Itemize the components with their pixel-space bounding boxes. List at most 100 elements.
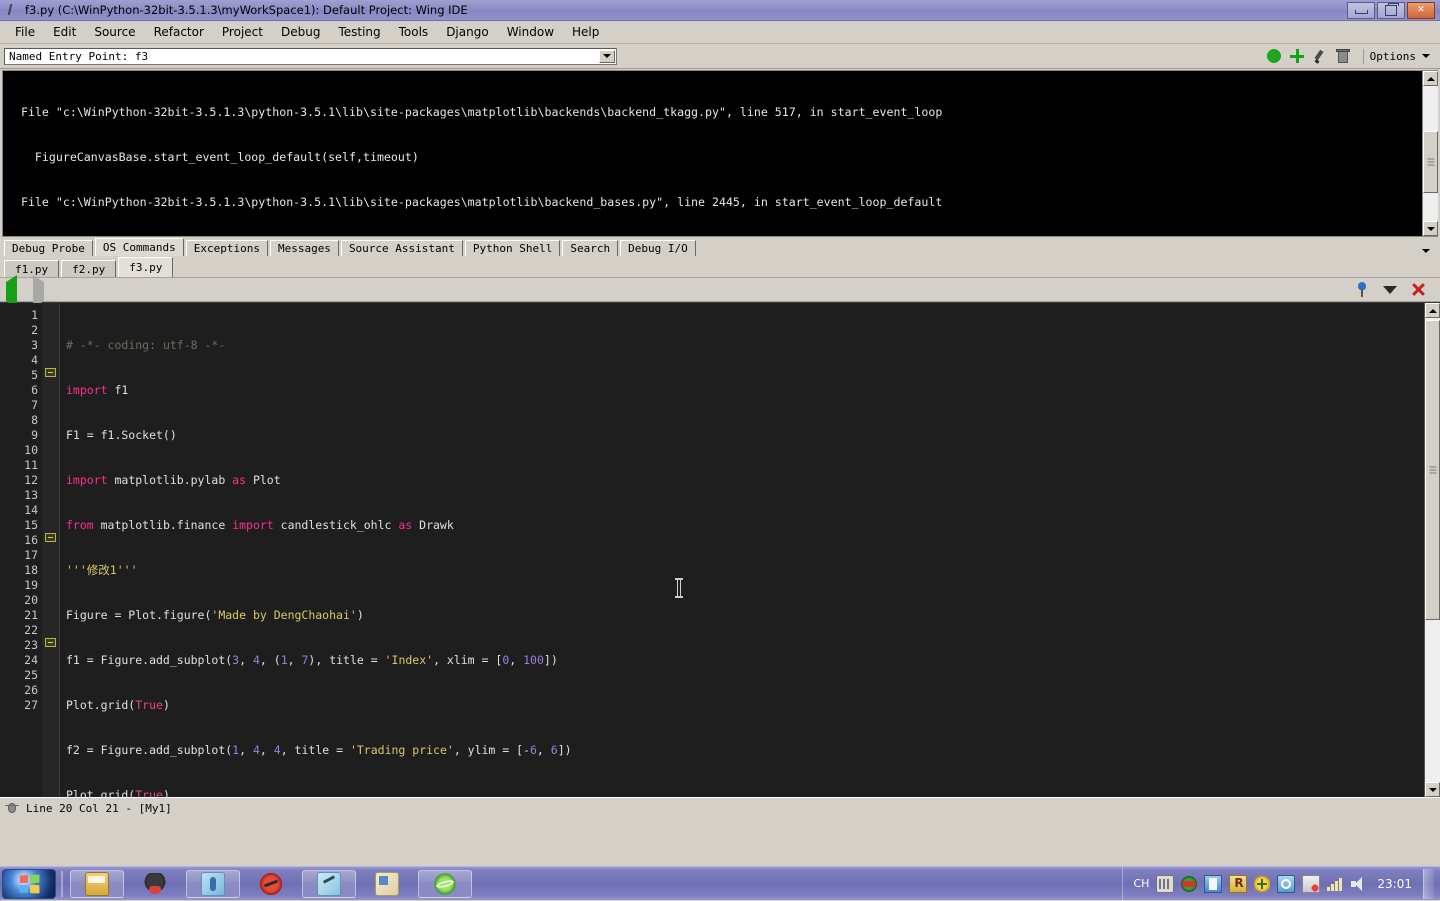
console-scrollbar[interactable] xyxy=(1422,71,1438,236)
panel-tab-search[interactable]: Search xyxy=(562,240,619,256)
flag-icon[interactable] xyxy=(1302,874,1321,893)
menu-item-project[interactable]: Project xyxy=(213,23,272,41)
menu-item-help[interactable]: Help xyxy=(563,23,608,41)
language-indicator[interactable]: CH xyxy=(1133,877,1149,890)
chevron-down-icon[interactable] xyxy=(1383,285,1397,294)
menu-item-file[interactable]: File xyxy=(6,23,44,41)
taskbar-item-tool[interactable] xyxy=(360,870,414,898)
maximize-button[interactable] xyxy=(1377,1,1405,19)
scroll-down-button[interactable] xyxy=(1425,782,1440,797)
close-icon[interactable] xyxy=(1411,282,1426,297)
menu-item-tools[interactable]: Tools xyxy=(390,23,438,41)
status-bar: Line 20 Col 21 - [My1] xyxy=(0,797,1440,818)
editor-area: 1 2 3 4 5 6 7 8 9 10 11 12 13 14 15 16 1… xyxy=(0,302,1440,797)
panel-tab-messages[interactable]: Messages xyxy=(269,240,339,256)
scroll-thumb[interactable] xyxy=(1425,320,1440,620)
menu-item-refactor[interactable]: Refactor xyxy=(145,23,213,41)
line-number: 3 xyxy=(31,338,38,352)
menu-bar: File Edit Source Refactor Project Debug … xyxy=(0,21,1440,44)
menu-item-debug[interactable]: Debug xyxy=(272,23,329,41)
minimize-button[interactable] xyxy=(1347,1,1375,19)
code-line: Plot.grid(True) xyxy=(66,698,170,712)
panel-tab-python-shell[interactable]: Python Shell xyxy=(464,240,561,256)
taskbar-item-explorer[interactable] xyxy=(70,869,124,898)
taskbar-separator xyxy=(61,870,63,897)
menu-item-django[interactable]: Django xyxy=(437,23,498,41)
panel-tab-exceptions[interactable]: Exceptions xyxy=(185,240,268,256)
gear-icon[interactable] xyxy=(1265,48,1282,64)
code-text[interactable]: # -*- coding: utf-8 -*- import f1 F1 = f… xyxy=(60,303,1424,797)
entry-point-value: Named Entry Point: f3 xyxy=(9,49,149,63)
taskbar-item-person[interactable] xyxy=(186,869,240,898)
scroll-track[interactable] xyxy=(1425,318,1440,782)
windows-logo-icon xyxy=(19,873,40,894)
code-line: f1 = Figure.add_subplot(3, 4, (1, 7), ti… xyxy=(66,653,558,667)
taskbar-item-wing-ide[interactable] xyxy=(302,869,356,898)
scroll-up-button[interactable] xyxy=(1425,303,1440,318)
fold-toggle-icon[interactable] xyxy=(45,368,56,377)
taskbar-item-browser[interactable] xyxy=(418,869,472,898)
status-text: Line 20 Col 21 - [My1] xyxy=(26,801,172,815)
bug-icon xyxy=(5,801,19,815)
console-output[interactable]: File "c:\WinPython-32bit-3.5.1.3\python-… xyxy=(3,71,1422,236)
line-number: 16 xyxy=(24,533,38,547)
menu-item-source[interactable]: Source xyxy=(85,23,144,41)
qq-tray-icon[interactable] xyxy=(1181,875,1198,892)
scroll-thumb[interactable] xyxy=(1423,131,1438,193)
panel-menu-chevron-icon[interactable] xyxy=(1422,249,1430,253)
file-tab-f2[interactable]: f2.py xyxy=(61,260,117,277)
notes-icon[interactable] xyxy=(1204,874,1223,893)
fold-margin[interactable] xyxy=(42,303,60,797)
app-icon xyxy=(5,3,21,17)
signal-icon[interactable] xyxy=(1327,877,1343,891)
entry-point-combo[interactable]: Named Entry Point: f3 xyxy=(4,47,617,65)
file-tab-f3[interactable]: f3.py xyxy=(118,257,174,277)
line-number: 24 xyxy=(24,653,38,667)
forward-button[interactable] xyxy=(33,275,50,308)
chevron-down-icon xyxy=(1422,54,1430,58)
plus-icon[interactable] xyxy=(1289,48,1305,64)
red-app-icon xyxy=(260,872,282,895)
panel-tab-source-assistant[interactable]: Source Assistant xyxy=(340,240,463,256)
show-desktop-button[interactable] xyxy=(1423,868,1434,899)
taskbar-item-red-app[interactable] xyxy=(244,870,298,898)
options-button[interactable]: Options xyxy=(1362,48,1436,64)
line-number: 6 xyxy=(31,383,38,397)
window-title: f3.py (C:\WinPython-32bit-3.5.1.3\myWork… xyxy=(25,3,468,17)
panel-tab-os-commands[interactable]: OS Commands xyxy=(94,238,184,256)
trash-icon[interactable] xyxy=(1335,48,1351,64)
fold-toggle-icon[interactable] xyxy=(45,533,56,542)
line-number: 21 xyxy=(24,608,38,622)
line-number: 23 xyxy=(24,638,38,652)
menu-item-window[interactable]: Window xyxy=(498,23,563,41)
scroll-track[interactable] xyxy=(1423,86,1438,221)
editor-scrollbar[interactable] xyxy=(1424,303,1440,797)
code-line: f2 = Figure.add_subplot(1, 4, 4, title =… xyxy=(66,743,572,757)
clock[interactable]: 23:01 xyxy=(1373,877,1416,891)
volume-icon[interactable] xyxy=(1350,876,1366,892)
scroll-down-button[interactable] xyxy=(1423,221,1438,236)
window-controls: ✕ xyxy=(1347,1,1438,19)
menu-item-testing[interactable]: Testing xyxy=(329,23,389,41)
keyboard-icon[interactable] xyxy=(1156,874,1175,893)
chevron-down-icon[interactable] xyxy=(599,49,615,63)
menu-item-edit[interactable]: Edit xyxy=(44,23,85,41)
line-number: 26 xyxy=(24,683,38,697)
grip-icon xyxy=(1429,465,1436,476)
panel-tab-debug-io[interactable]: Debug I/O xyxy=(620,240,696,256)
panel-tab-debug-probe[interactable]: Debug Probe xyxy=(4,240,93,256)
pencil-icon[interactable] xyxy=(1312,48,1328,64)
fold-toggle-icon[interactable] xyxy=(45,638,56,647)
taskbar-item-qq[interactable] xyxy=(128,870,182,898)
code-editor[interactable]: 1 2 3 4 5 6 7 8 9 10 11 12 13 14 15 16 1… xyxy=(0,303,1424,797)
plus-green-icon[interactable] xyxy=(1254,875,1271,892)
options-label: Options xyxy=(1369,49,1416,63)
pin-icon[interactable] xyxy=(1355,282,1369,297)
back-button[interactable] xyxy=(6,275,23,308)
line-number: 18 xyxy=(24,563,38,577)
close-button[interactable]: ✕ xyxy=(1407,1,1435,19)
start-button[interactable] xyxy=(2,868,56,899)
disc-icon[interactable] xyxy=(1277,874,1296,893)
r-icon[interactable] xyxy=(1229,874,1248,893)
scroll-up-button[interactable] xyxy=(1423,71,1438,86)
